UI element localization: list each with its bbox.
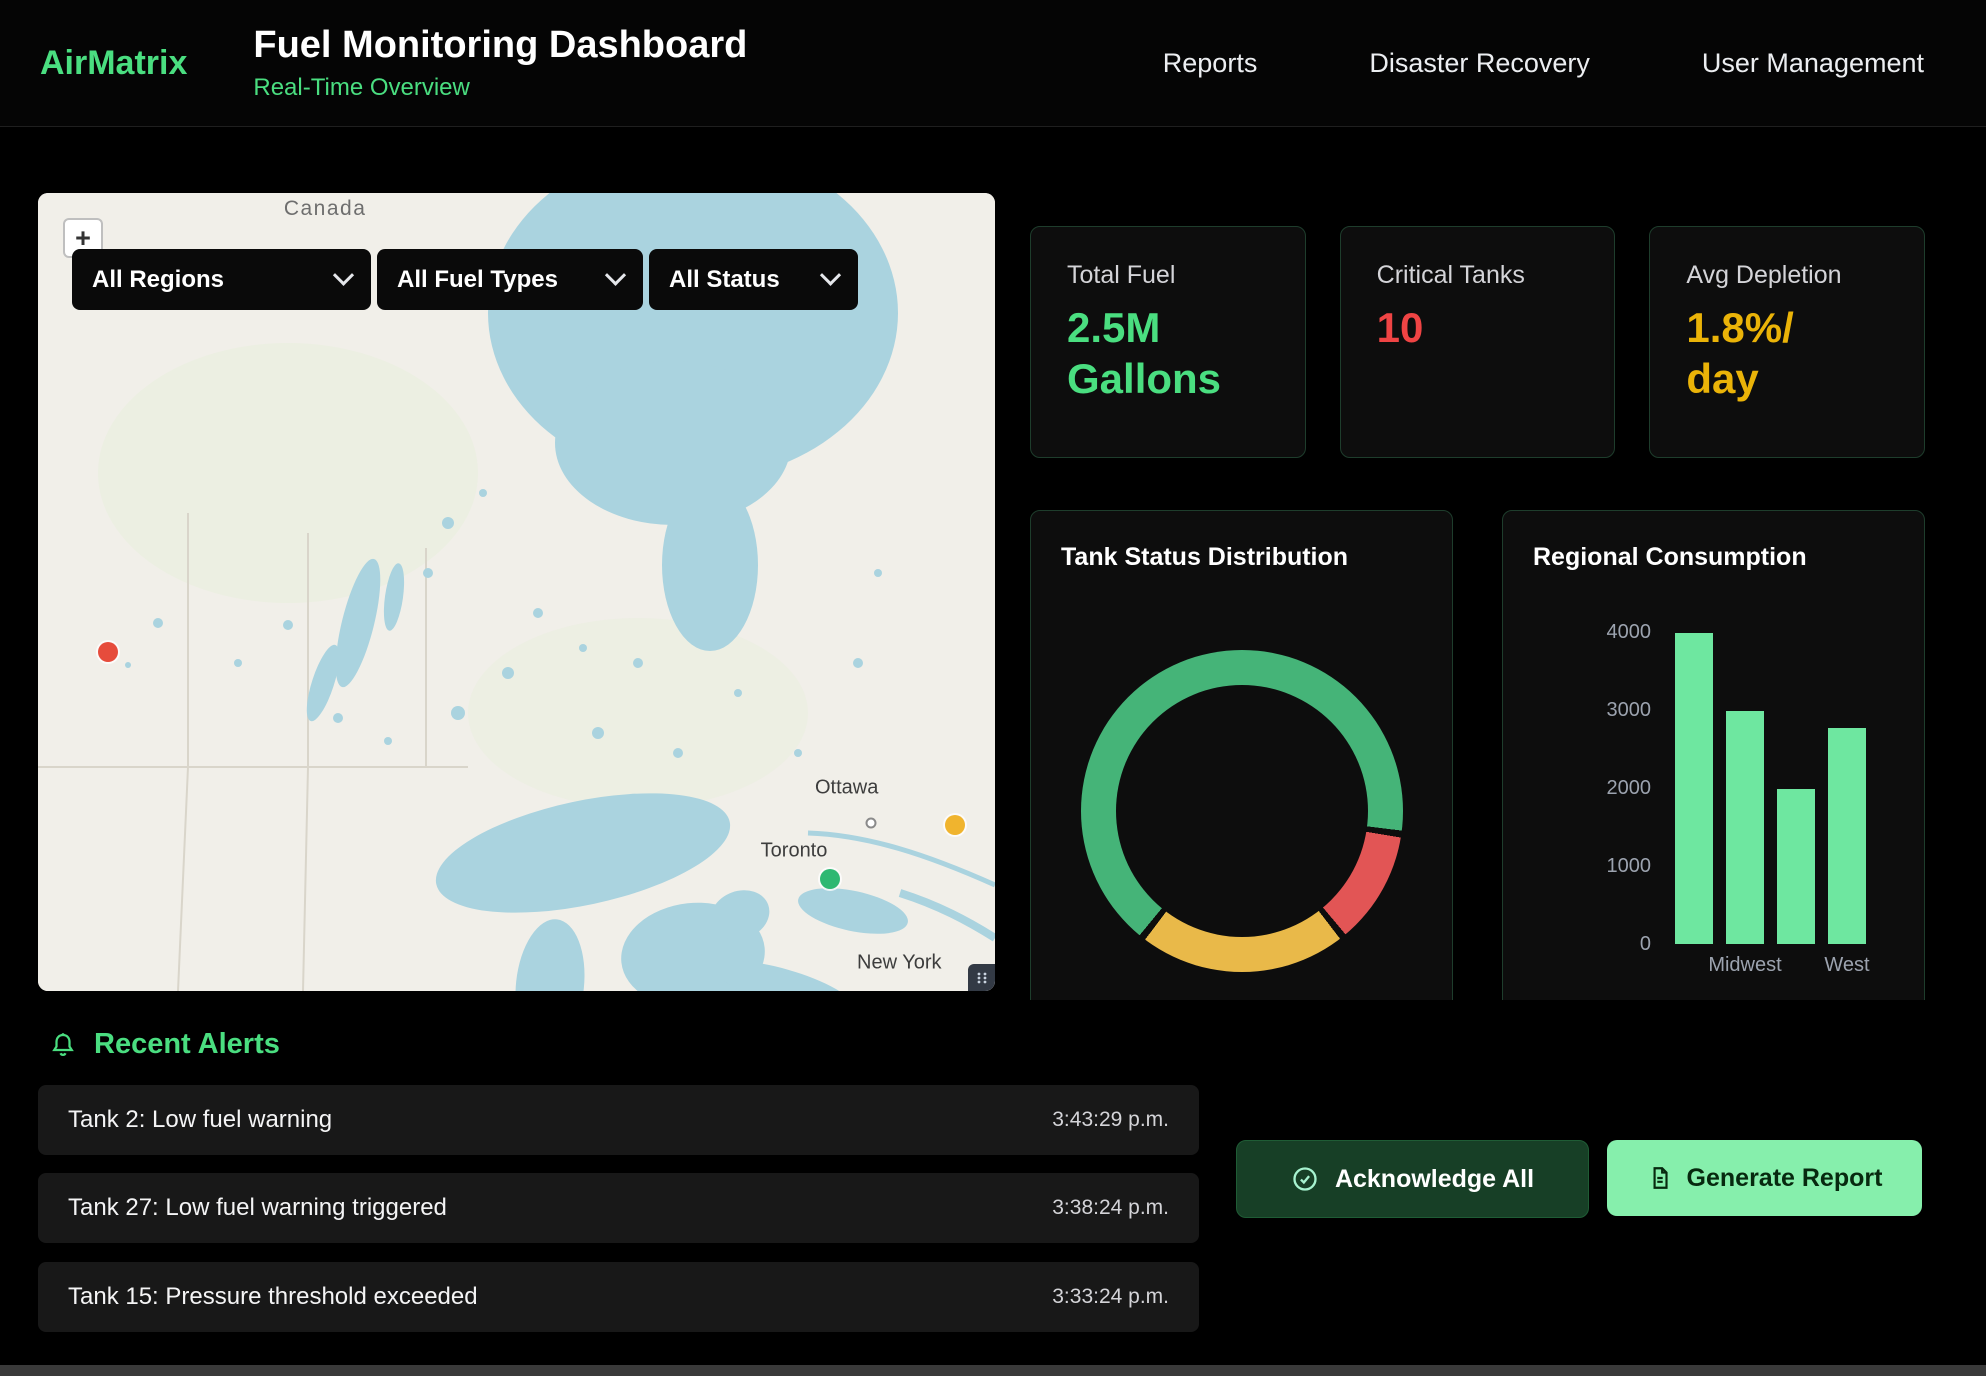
check-circle-icon (1291, 1165, 1319, 1193)
document-icon (1647, 1165, 1673, 1191)
title-block: Fuel Monitoring Dashboard Real-Time Over… (253, 24, 747, 102)
grip-dots-icon (975, 971, 989, 985)
status-filter-label: All Status (669, 266, 780, 294)
chevron-down-icon (605, 265, 626, 286)
status-filter-dropdown[interactable]: All Status (649, 249, 858, 310)
alert-row[interactable]: Tank 27: Low fuel warning triggered 3:38… (38, 1173, 1199, 1243)
fuel-type-filter-label: All Fuel Types (397, 266, 558, 294)
bar-region-0 (1675, 633, 1713, 944)
tank-status-distribution-card: Tank Status Distribution (1030, 510, 1453, 1030)
app-header: AirMatrix Fuel Monitoring Dashboard Real… (0, 0, 1986, 127)
map-drag-handle[interactable] (968, 964, 995, 991)
alert-message: Tank 2: Low fuel warning (68, 1106, 332, 1134)
chart-title: Regional Consumption (1533, 543, 1894, 572)
chart-title: Tank Status Distribution (1061, 543, 1422, 572)
page-subtitle: Real-Time Overview (253, 74, 747, 102)
bar-x-label: Midwest (1708, 954, 1781, 977)
y-tick: 2000 (1607, 777, 1652, 800)
nav-disaster-recovery[interactable]: Disaster Recovery (1369, 48, 1590, 79)
charts-row: Tank Status Distribution Regional Consum… (1030, 510, 1925, 1030)
chevron-down-icon (333, 265, 354, 286)
tank-marker-critical[interactable] (98, 642, 118, 662)
bell-icon (48, 1030, 78, 1060)
tank-marker-warning[interactable] (945, 815, 965, 835)
y-tick: 0 (1640, 933, 1651, 956)
page-title: Fuel Monitoring Dashboard (253, 24, 747, 67)
stat-card-total-fuel: Total Fuel 2.5M Gallons (1030, 226, 1306, 458)
alert-time: 3:43:29 p.m. (1052, 1108, 1169, 1132)
map-label-ottawa: Ottawa (815, 776, 878, 799)
map-label-toronto: Toronto (761, 840, 828, 863)
stats-row: Total Fuel 2.5M Gallons Critical Tanks 1… (1030, 226, 1925, 458)
alerts-header: Recent Alerts (48, 1028, 280, 1061)
recent-alerts-section: Recent Alerts Tank 2: Low fuel warning 3… (0, 1000, 1986, 1376)
bar-column (1777, 633, 1815, 944)
bar-plot[interactable]: Midwest West (1675, 633, 1889, 944)
bar-column: Midwest (1726, 633, 1764, 944)
stat-card-avg-depletion: Avg Depletion 1.8%/ day (1649, 226, 1925, 458)
alert-message: Tank 27: Low fuel warning triggered (68, 1194, 447, 1222)
nav-user-management[interactable]: User Management (1702, 48, 1924, 79)
y-tick: 3000 (1607, 699, 1652, 722)
region-filter-label: All Regions (92, 266, 224, 294)
bar-region-1 (1726, 711, 1764, 944)
horizontal-scrollbar[interactable] (0, 1365, 1986, 1376)
bar-region-2 (1777, 789, 1815, 945)
regional-consumption-card: Regional Consumption 4000 3000 2000 1000 0 M… (1502, 510, 1925, 1030)
bar-column (1675, 633, 1713, 944)
donut-hole (1116, 685, 1368, 937)
y-tick: 1000 (1607, 855, 1652, 878)
map-overlay: Canada Ottawa Toronto New York (38, 193, 995, 991)
stat-value-critical-tanks: 10 (1377, 302, 1579, 353)
generate-report-button[interactable]: Generate Report (1607, 1140, 1922, 1216)
bar-yticks: 4000 3000 2000 1000 0 (1527, 621, 1651, 956)
stat-label: Avg Depletion (1686, 261, 1888, 290)
chevron-down-icon (820, 265, 841, 286)
tank-map[interactable]: CanadaOttawaTorontoNew York + All Region… (38, 193, 995, 991)
nav-reports[interactable]: Reports (1163, 48, 1258, 79)
alert-time: 3:38:24 p.m. (1052, 1196, 1169, 1220)
stat-value-avg-depletion: 1.8%/ day (1686, 302, 1888, 404)
stat-card-critical-tanks: Critical Tanks 10 (1340, 226, 1616, 458)
bar-x-label: West (1824, 954, 1869, 977)
stat-label: Critical Tanks (1377, 261, 1579, 290)
tank-marker-normal[interactable] (820, 869, 840, 889)
map-filter-bar: All Regions All Fuel Types All Status (72, 249, 858, 310)
stat-value-total-fuel: 2.5M Gallons (1067, 302, 1269, 404)
alert-row[interactable]: Tank 15: Pressure threshold exceeded 3:3… (38, 1262, 1199, 1332)
alert-row[interactable]: Tank 2: Low fuel warning 3:43:29 p.m. (38, 1085, 1199, 1155)
main-nav: Reports Disaster Recovery User Managemen… (1163, 48, 1986, 79)
alerts-title: Recent Alerts (94, 1028, 280, 1061)
alert-message: Tank 15: Pressure threshold exceeded (68, 1283, 478, 1311)
acknowledge-all-label: Acknowledge All (1335, 1165, 1534, 1194)
map-label-new-york: New York (857, 952, 942, 975)
stat-label: Total Fuel (1067, 261, 1269, 290)
fuel-type-filter-dropdown[interactable]: All Fuel Types (377, 249, 643, 310)
acknowledge-all-button[interactable]: Acknowledge All (1236, 1140, 1589, 1218)
bar-region-3 (1828, 728, 1866, 944)
app-logo: AirMatrix (40, 44, 187, 83)
generate-report-label: Generate Report (1687, 1164, 1883, 1193)
region-filter-dropdown[interactable]: All Regions (72, 249, 371, 310)
y-tick: 4000 (1607, 621, 1652, 644)
map-label-canada: Canada (284, 197, 367, 221)
donut-chart[interactable] (1081, 650, 1403, 972)
alert-time: 3:33:24 p.m. (1052, 1285, 1169, 1309)
bar-column: West (1828, 633, 1866, 944)
